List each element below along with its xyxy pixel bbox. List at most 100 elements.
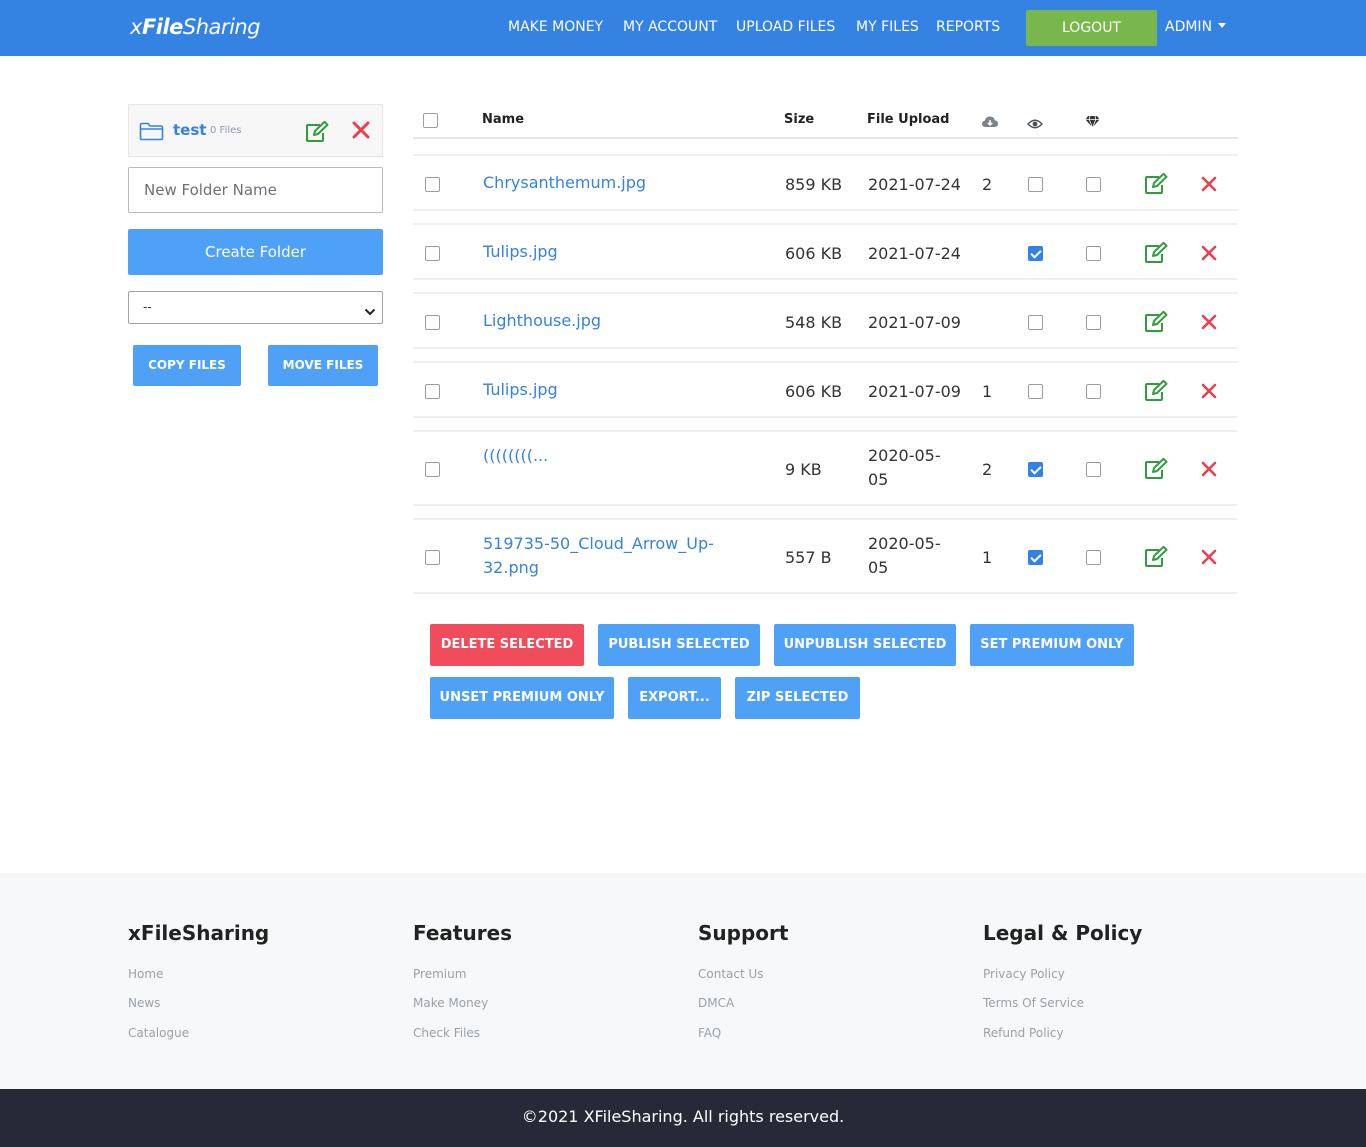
row-select-checkbox[interactable] [425,245,440,261]
set-premium-only-button[interactable]: SET PREMIUM ONLY [970,624,1134,666]
file-name-link[interactable]: Tulips.jpg [483,240,723,264]
footer-link-dmca[interactable]: DMCA [698,996,734,1010]
nav-reports[interactable]: REPORTS [936,19,1000,35]
logout-button[interactable]: LOGOUT [1026,10,1157,46]
row-select-checkbox[interactable] [425,314,440,330]
row-select-checkbox[interactable] [425,176,440,192]
close-icon[interactable] [351,120,371,144]
admin-dropdown[interactable]: ADMIN [1165,19,1227,35]
close-icon[interactable] [1200,382,1218,404]
premium-checkbox[interactable] [1086,176,1101,192]
public-checkbox[interactable] [1028,462,1043,477]
nav-upload-files[interactable]: UPLOAD FILES [736,19,835,35]
footer-link-refund-policy[interactable]: Refund Policy [983,1026,1064,1040]
premium-checkbox[interactable] [1086,314,1101,330]
top-navbar: xFileSharing MAKE MONEY MY ACCOUNT UPLOA… [0,0,1366,56]
table-row: Lighthouse.jpg 548 KB 2021-07-09 [413,292,1238,349]
file-name-link[interactable]: Lighthouse.jpg [483,309,723,333]
footer-link-terms-of-service[interactable]: Terms Of Service [983,996,1084,1010]
new-folder-name-input[interactable] [128,167,383,213]
footer: xFileSharing Home News Catalogue Feature… [0,873,1366,1089]
folder-select[interactable]: -- [128,291,383,324]
file-upload-date: 2021-07-24 [868,243,961,263]
footer-link-news[interactable]: News [128,996,160,1010]
file-size: 557 B [785,548,832,567]
footer-link-privacy-policy[interactable]: Privacy Policy [983,967,1065,981]
table-row: 519735-50_Cloud_Arrow_Up-32.png 557 B 2020… [413,518,1238,594]
edit-icon[interactable] [1144,310,1168,337]
premium-checkbox[interactable] [1086,383,1101,399]
nav-my-account[interactable]: MY ACCOUNT [623,19,717,35]
row-select-checkbox[interactable] [425,462,440,477]
folder-card[interactable]: test 0 Files [128,104,383,157]
folder-file-count: 0 Files [210,125,242,136]
file-downloads: 2 [982,174,993,194]
close-icon[interactable] [1200,175,1218,197]
diamond-icon [1085,113,1100,132]
header-size[interactable]: Size [784,112,814,127]
table-row: ((((((((... 9 KB 2020-05-05 2 [413,430,1238,506]
nav-make-money[interactable]: MAKE MONEY [508,19,603,35]
zip-selected-button[interactable]: ZIP SELECTED [735,677,860,719]
close-icon[interactable] [1200,244,1218,266]
edit-icon[interactable] [1144,241,1168,268]
export-button[interactable]: EXPORT... [628,677,721,719]
file-name-link[interactable]: Tulips.jpg [483,378,723,402]
copyright-text: ©2021 XFileSharing. All rights reserved. [521,1107,845,1126]
file-name-link[interactable]: ((((((((... [483,444,723,468]
footer-link-home[interactable]: Home [128,967,163,981]
nav-my-files[interactable]: MY FILES [856,19,919,35]
footer-title-support: Support [698,921,789,945]
file-upload-date: 2020-05-05 [868,446,941,489]
file-name-link[interactable]: 519735-50_Cloud_Arrow_Up-32.png [483,532,723,580]
close-icon[interactable] [1200,460,1218,482]
premium-checkbox[interactable] [1086,550,1101,565]
folder-name-link[interactable]: test [173,121,206,139]
cloud-download-icon [981,114,999,133]
create-folder-button[interactable]: Create Folder [128,229,383,275]
eye-icon [1027,115,1043,134]
file-upload-date: 2021-07-09 [868,312,961,332]
unpublish-selected-button[interactable]: UNPUBLISH SELECTED [774,624,956,666]
public-checkbox[interactable] [1028,245,1043,261]
footer-link-contact-us[interactable]: Contact Us [698,967,764,981]
copy-files-button[interactable]: COPY FILES [133,345,241,386]
file-upload-date: 2021-07-24 [868,174,961,194]
public-checkbox[interactable] [1028,176,1043,192]
public-checkbox[interactable] [1028,383,1043,399]
header-name[interactable]: Name [482,112,524,127]
file-size: 9 KB [785,460,822,479]
unset-premium-only-button[interactable]: UNSET PREMIUM ONLY [430,677,614,719]
header-file-upload[interactable]: File Upload [867,112,949,127]
edit-icon[interactable] [305,120,329,147]
site-logo[interactable]: xFileSharing [130,15,261,39]
edit-icon[interactable] [1144,545,1168,572]
footer-link-premium[interactable]: Premium [413,967,466,981]
premium-checkbox[interactable] [1086,245,1101,261]
close-icon[interactable] [1200,548,1218,570]
folder-select-value: -- [143,300,152,314]
file-name-link[interactable]: Chrysanthemum.jpg [483,171,723,195]
select-all-checkbox[interactable] [423,113,438,128]
table-row: Tulips.jpg 606 KB 2021-07-24 [413,223,1238,280]
public-checkbox[interactable] [1028,314,1043,330]
move-files-button[interactable]: MOVE FILES [268,345,378,386]
footer-link-faq[interactable]: FAQ [698,1026,721,1040]
row-select-checkbox[interactable] [425,383,440,399]
file-size: 548 KB [785,312,843,332]
footer-link-check-files[interactable]: Check Files [413,1026,480,1040]
footer-link-make-money[interactable]: Make Money [413,996,488,1010]
close-icon[interactable] [1200,313,1218,335]
file-downloads: 1 [982,381,993,401]
publish-selected-button[interactable]: PUBLISH SELECTED [598,624,760,666]
edit-icon[interactable] [1144,457,1168,484]
delete-selected-button[interactable]: DELETE SELECTED [430,624,584,666]
footer-link-catalogue[interactable]: Catalogue [128,1026,189,1040]
edit-icon[interactable] [1144,379,1168,406]
premium-checkbox[interactable] [1086,462,1101,477]
public-checkbox[interactable] [1028,550,1043,565]
file-size: 859 KB [785,174,843,194]
row-select-checkbox[interactable] [425,550,440,565]
file-upload-date: 2020-05-05 [868,534,941,577]
edit-icon[interactable] [1144,172,1168,199]
